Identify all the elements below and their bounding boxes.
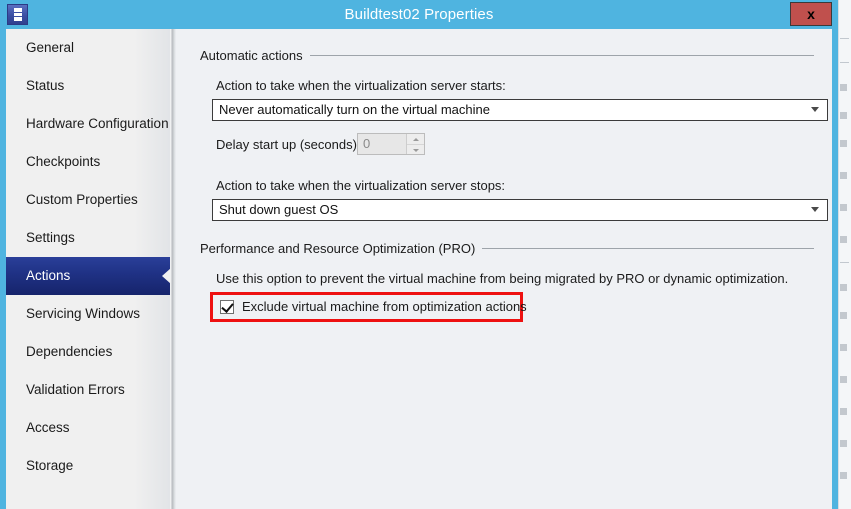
sidebar-item-label: Access [26, 420, 70, 435]
sidebar-nav: General Status Hardware Configuration Ch… [6, 29, 170, 509]
delay-start-up-label: Delay start up (seconds): [216, 137, 361, 152]
server-start-action-dropdown[interactable]: Never automatically turn on the virtual … [212, 99, 828, 121]
group-rule [309, 55, 814, 56]
server-start-action-label: Action to take when the virtualization s… [216, 78, 506, 93]
sidebar-item-label: Servicing Windows [26, 306, 141, 321]
pro-description: Use this option to prevent the virtual m… [216, 271, 789, 286]
checkbox-box[interactable] [220, 299, 234, 314]
stepper-increment-icon[interactable] [407, 134, 424, 144]
server-stop-action-label: Action to take when the virtualization s… [216, 178, 506, 193]
sidebar-item-settings[interactable]: Settings [6, 219, 170, 257]
sidebar-item-label: Actions [26, 268, 71, 283]
sidebar-item-hardware-configuration[interactable]: Hardware Configuration [6, 105, 170, 143]
server-stop-action-dropdown[interactable]: Shut down guest OS [212, 199, 828, 221]
checkmark-icon [221, 299, 234, 313]
exclude-from-optimization-checkbox[interactable]: Exclude virtual machine from optimizatio… [220, 299, 527, 314]
stepper-buttons[interactable] [406, 134, 424, 154]
sidebar-item-label: Settings [26, 230, 75, 245]
window-title: Buildtest02 Properties [344, 6, 494, 23]
sidebar-item-servicing-windows[interactable]: Servicing Windows [6, 295, 170, 333]
dialog-body: General Status Hardware Configuration Ch… [6, 29, 832, 509]
chevron-down-icon [811, 107, 819, 112]
sidebar-item-validation-errors[interactable]: Validation Errors [6, 371, 170, 409]
title-bar: Buildtest02 Properties x [0, 0, 838, 29]
automatic-actions-group: Automatic actions [176, 48, 832, 63]
pro-group-header: Performance and Resource Optimization (P… [176, 241, 832, 256]
sidebar-item-label: Storage [26, 458, 74, 473]
sidebar-item-general[interactable]: General [6, 29, 170, 67]
delay-start-up-value: 0 [363, 136, 371, 151]
pro-group: Performance and Resource Optimization (P… [176, 241, 832, 256]
checkbox-label: Exclude virtual machine from optimizatio… [242, 299, 527, 314]
sidebar-item-label: Checkpoints [26, 154, 101, 169]
close-button[interactable]: x [790, 2, 832, 26]
properties-dialog-window: Buildtest02 Properties x General Status … [0, 0, 838, 509]
automatic-actions-group-header: Automatic actions [176, 48, 832, 63]
sidebar-item-access[interactable]: Access [6, 409, 170, 447]
sidebar-item-label: Hardware Configuration [26, 116, 169, 131]
sidebar-item-label: Dependencies [26, 344, 113, 359]
chevron-down-icon [811, 207, 819, 212]
sidebar-item-status[interactable]: Status [6, 67, 170, 105]
server-start-action-value: Never automatically turn on the virtual … [219, 102, 490, 117]
sidebar-item-checkpoints[interactable]: Checkpoints [6, 143, 170, 181]
selection-arrow-icon [162, 268, 170, 284]
delay-start-up-stepper[interactable]: 0 [357, 133, 425, 155]
sidebar-item-dependencies[interactable]: Dependencies [6, 333, 170, 371]
sidebar-item-storage[interactable]: Storage [6, 447, 170, 485]
group-title: Performance and Resource Optimization (P… [200, 241, 476, 256]
sidebar-item-label: General [26, 40, 75, 55]
actions-panel: Automatic actions Action to take when th… [176, 29, 832, 509]
sidebar-item-actions[interactable]: Actions [6, 257, 170, 295]
group-rule [482, 248, 814, 249]
sidebar-item-label: Validation Errors [26, 382, 125, 397]
background-window-sliver [838, 0, 851, 509]
group-title: Automatic actions [200, 48, 303, 63]
sidebar-item-custom-properties[interactable]: Custom Properties [6, 181, 170, 219]
sidebar-item-label: Custom Properties [26, 192, 138, 207]
stepper-decrement-icon[interactable] [407, 144, 424, 154]
sidebar-item-label: Status [26, 78, 65, 93]
server-stop-action-value: Shut down guest OS [219, 202, 339, 217]
